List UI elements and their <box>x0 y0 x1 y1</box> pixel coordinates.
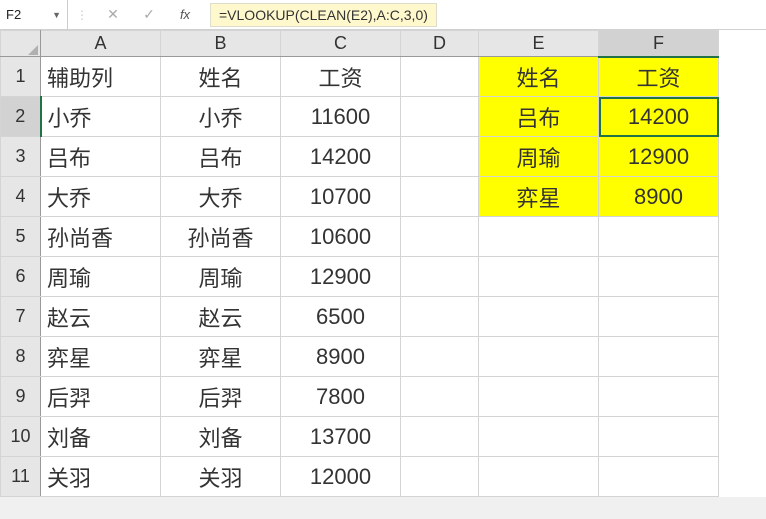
cell-C6[interactable]: 12900 <box>281 257 401 297</box>
row-header-7[interactable]: 7 <box>1 297 41 337</box>
cell-D4[interactable] <box>401 177 479 217</box>
cell-B4[interactable]: 大乔 <box>161 177 281 217</box>
col-header-F[interactable]: F <box>599 31 719 57</box>
col-header-E[interactable]: E <box>479 31 599 57</box>
cell-E11[interactable] <box>479 457 599 497</box>
row-header-8[interactable]: 8 <box>1 337 41 377</box>
col-header-C[interactable]: C <box>281 31 401 57</box>
name-box-value: F2 <box>6 7 21 22</box>
cell-E7[interactable] <box>479 297 599 337</box>
cell-C5[interactable]: 10600 <box>281 217 401 257</box>
row-header-11[interactable]: 11 <box>1 457 41 497</box>
cell-F7[interactable] <box>599 297 719 337</box>
row-header-6[interactable]: 6 <box>1 257 41 297</box>
cell-E6[interactable] <box>479 257 599 297</box>
cell-C8[interactable]: 8900 <box>281 337 401 377</box>
formula-bar-icons: ✕ ✓ fx <box>88 6 210 23</box>
cell-F6[interactable] <box>599 257 719 297</box>
cell-E10[interactable] <box>479 417 599 457</box>
cell-F3[interactable]: 12900 <box>599 137 719 177</box>
cell-C9[interactable]: 7800 <box>281 377 401 417</box>
cell-A1[interactable]: 辅助列 <box>41 57 161 97</box>
cell-C10[interactable]: 13700 <box>281 417 401 457</box>
row-header-4[interactable]: 4 <box>1 177 41 217</box>
cell-B6[interactable]: 周瑜 <box>161 257 281 297</box>
col-header-A[interactable]: A <box>41 31 161 57</box>
name-box[interactable]: F2 ▼ <box>0 0 68 29</box>
cell-A9[interactable]: 后羿 <box>41 377 161 417</box>
cell-A3[interactable]: 吕布 <box>41 137 161 177</box>
row-header-2[interactable]: 2 <box>1 97 41 137</box>
cell-C4[interactable]: 10700 <box>281 177 401 217</box>
cell-A4[interactable]: 大乔 <box>41 177 161 217</box>
cell-F2[interactable]: 14200 <box>599 97 719 137</box>
row-header-3[interactable]: 3 <box>1 137 41 177</box>
cell-B1[interactable]: 姓名 <box>161 57 281 97</box>
col-header-D[interactable]: D <box>401 31 479 57</box>
cell-B2[interactable]: 小乔 <box>161 97 281 137</box>
grid[interactable]: A B C D E F 1辅助列姓名工资姓名工资2小乔小乔11600吕布1420… <box>0 30 719 497</box>
cell-E9[interactable] <box>479 377 599 417</box>
cell-F8[interactable] <box>599 337 719 377</box>
cell-A8[interactable]: 弈星 <box>41 337 161 377</box>
cell-B11[interactable]: 关羽 <box>161 457 281 497</box>
cell-D3[interactable] <box>401 137 479 177</box>
fx-icon[interactable]: fx <box>178 7 192 22</box>
cell-A11[interactable]: 关羽 <box>41 457 161 497</box>
select-all-corner[interactable] <box>1 31 41 57</box>
cell-B8[interactable]: 弈星 <box>161 337 281 377</box>
cell-C2[interactable]: 11600 <box>281 97 401 137</box>
col-header-B[interactable]: B <box>161 31 281 57</box>
separator: ⋮ <box>76 8 88 22</box>
cell-A10[interactable]: 刘备 <box>41 417 161 457</box>
cell-F11[interactable] <box>599 457 719 497</box>
cell-B3[interactable]: 吕布 <box>161 137 281 177</box>
spreadsheet: A B C D E F 1辅助列姓名工资姓名工资2小乔小乔11600吕布1420… <box>0 30 766 497</box>
cell-D8[interactable] <box>401 337 479 377</box>
cell-C7[interactable]: 6500 <box>281 297 401 337</box>
cell-E5[interactable] <box>479 217 599 257</box>
cell-E2[interactable]: 吕布 <box>479 97 599 137</box>
row-header-5[interactable]: 5 <box>1 217 41 257</box>
cell-A2[interactable]: 小乔 <box>41 97 161 137</box>
cancel-icon[interactable]: ✕ <box>106 6 120 23</box>
chevron-down-icon[interactable]: ▼ <box>52 10 61 20</box>
cell-F5[interactable] <box>599 217 719 257</box>
cell-A5[interactable]: 孙尚香 <box>41 217 161 257</box>
cell-C1[interactable]: 工资 <box>281 57 401 97</box>
cell-D7[interactable] <box>401 297 479 337</box>
cell-A6[interactable]: 周瑜 <box>41 257 161 297</box>
cell-B9[interactable]: 后羿 <box>161 377 281 417</box>
formula-input[interactable]: =VLOOKUP(CLEAN(E2),A:C,3,0) <box>210 3 437 27</box>
cell-E8[interactable] <box>479 337 599 377</box>
cell-D9[interactable] <box>401 377 479 417</box>
cell-E3[interactable]: 周瑜 <box>479 137 599 177</box>
grid-body: 1辅助列姓名工资姓名工资2小乔小乔11600吕布142003吕布吕布14200周… <box>1 57 719 497</box>
cell-E4[interactable]: 弈星 <box>479 177 599 217</box>
row-header-9[interactable]: 9 <box>1 377 41 417</box>
cell-E1[interactable]: 姓名 <box>479 57 599 97</box>
cell-B7[interactable]: 赵云 <box>161 297 281 337</box>
cell-F4[interactable]: 8900 <box>599 177 719 217</box>
cell-C3[interactable]: 14200 <box>281 137 401 177</box>
row-header-10[interactable]: 10 <box>1 417 41 457</box>
cell-D11[interactable] <box>401 457 479 497</box>
cell-D2[interactable] <box>401 97 479 137</box>
cell-D5[interactable] <box>401 217 479 257</box>
cell-A7[interactable]: 赵云 <box>41 297 161 337</box>
cell-D1[interactable] <box>401 57 479 97</box>
cell-D6[interactable] <box>401 257 479 297</box>
cell-F1[interactable]: 工资 <box>599 57 719 97</box>
formula-bar: F2 ▼ ⋮ ✕ ✓ fx =VLOOKUP(CLEAN(E2),A:C,3,0… <box>0 0 766 30</box>
cell-F9[interactable] <box>599 377 719 417</box>
cell-D10[interactable] <box>401 417 479 457</box>
cell-C11[interactable]: 12000 <box>281 457 401 497</box>
cell-F10[interactable] <box>599 417 719 457</box>
cell-B5[interactable]: 孙尚香 <box>161 217 281 257</box>
row-header-1[interactable]: 1 <box>1 57 41 97</box>
confirm-icon[interactable]: ✓ <box>142 6 156 23</box>
cell-B10[interactable]: 刘备 <box>161 417 281 457</box>
